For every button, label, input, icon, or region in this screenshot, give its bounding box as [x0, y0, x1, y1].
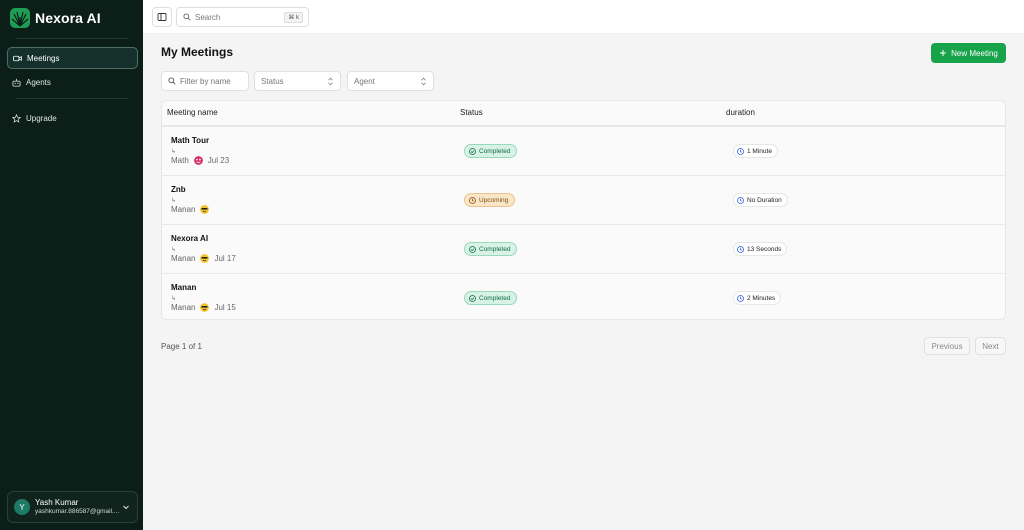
duration-text: 13 Seconds	[747, 245, 782, 253]
next-button[interactable]: Next	[975, 337, 1006, 355]
table-row[interactable]: Math Tour ↳ Math Jul 23 Completed 1 Minu…	[162, 126, 1005, 175]
meeting-date: Jul 23	[207, 156, 230, 165]
meeting-name: Math Tour	[171, 136, 210, 145]
bot-icon	[12, 78, 21, 87]
duration-badge: 1 Minute	[733, 144, 778, 158]
video-icon	[13, 55, 22, 61]
column-header-duration: duration	[726, 108, 755, 117]
sidebar-item-label: Meetings	[27, 53, 60, 63]
sidebar: Nexora AI Meetings Agents Upgrade Y Yash…	[0, 0, 143, 530]
corner-down-right-icon: ↳	[171, 149, 177, 155]
search-placeholder: Search	[195, 12, 221, 22]
status-badge: Completed	[464, 242, 518, 256]
meeting-agent: Manan Jul 15	[171, 303, 236, 312]
filter-name-input[interactable]: Filter by name	[161, 71, 249, 91]
clock-icon	[737, 294, 744, 302]
user-name: Yash Kumar	[35, 497, 79, 507]
sidebar-item-agents[interactable]: Agents	[7, 71, 138, 93]
new-meeting-label: New Meeting	[951, 48, 998, 58]
status-badge: Completed	[464, 291, 518, 305]
meeting-agent: Manan	[171, 205, 214, 214]
column-header-status: Status	[460, 108, 483, 117]
sunglasses-face-avatar	[200, 205, 210, 214]
clock-icon	[737, 196, 744, 204]
meeting-name: Znb	[171, 185, 186, 194]
duration-badge: 2 Minutes	[733, 291, 782, 305]
plus-icon	[940, 50, 947, 56]
meeting-agent: Math Jul 23	[171, 156, 229, 165]
sidebar-item-meetings[interactable]: Meetings	[7, 47, 138, 69]
agent-name: Manan	[171, 254, 196, 263]
page-title: My Meetings	[161, 45, 234, 59]
search-icon	[168, 77, 176, 85]
sidebar-divider	[16, 98, 128, 99]
sunglasses-face-avatar	[200, 254, 210, 263]
previous-button[interactable]: Previous	[924, 337, 970, 355]
status-select-label: Status	[261, 76, 284, 86]
search-input[interactable]: Search ⌘ k	[176, 7, 309, 27]
duration-badge: No Duration	[733, 193, 788, 207]
status-badge: Completed	[464, 144, 518, 158]
duration-badge: 13 Seconds	[733, 242, 788, 256]
check-circle-icon	[469, 294, 476, 302]
meeting-date: Jul 17	[214, 254, 236, 263]
meeting-agent: Manan Jul 17	[171, 254, 236, 263]
table-row[interactable]: Nexora AI ↳ Manan Jul 17 Completed 13 Se…	[162, 224, 1005, 273]
sunglasses-face-avatar	[200, 303, 210, 312]
brand[interactable]: Nexora AI	[10, 8, 101, 28]
duration-text: No Duration	[747, 196, 782, 204]
corner-down-right-icon: ↳	[171, 247, 177, 253]
status-text: Upcoming	[479, 196, 509, 204]
avatar: Y	[14, 499, 30, 515]
filter-name-placeholder: Filter by name	[180, 76, 231, 86]
panel-left-icon	[157, 13, 167, 21]
duration-text: 2 Minutes	[747, 294, 776, 302]
agent-select-label: Agent	[354, 76, 375, 86]
star-icon	[12, 113, 21, 123]
status-text: Completed	[479, 147, 511, 155]
column-header-name: Meeting name	[167, 108, 218, 117]
meeting-name: Nexora AI	[171, 234, 209, 243]
duration-text: 1 Minute	[747, 147, 772, 155]
agent-select[interactable]: Agent	[347, 71, 434, 91]
clock-icon	[737, 245, 744, 253]
sidebar-toggle-button[interactable]	[152, 7, 172, 27]
sidebar-item-upgrade[interactable]: Upgrade	[7, 107, 138, 129]
nexora-logo-icon	[10, 8, 30, 28]
new-meeting-button[interactable]: New Meeting	[931, 43, 1006, 63]
chevrons-up-down-icon	[421, 77, 426, 86]
pink-face-avatar	[193, 156, 203, 165]
search-shortcut: ⌘ k	[284, 12, 303, 23]
clock-icon	[737, 147, 744, 155]
clock-arrow-icon	[469, 196, 476, 204]
table-row[interactable]: Znb ↳ Manan Upcoming No Duration	[162, 175, 1005, 224]
corner-down-right-icon: ↳	[171, 198, 177, 204]
corner-down-right-icon: ↳	[171, 296, 177, 302]
app-name: Nexora AI	[35, 10, 101, 26]
meeting-date: Jul 15	[214, 303, 236, 312]
sidebar-item-label: Agents	[26, 77, 51, 87]
status-text: Completed	[479, 245, 511, 253]
topbar: Search ⌘ k	[143, 0, 1024, 34]
check-circle-icon	[469, 147, 476, 155]
agent-name: Math	[171, 156, 189, 165]
agent-name: Manan	[171, 303, 196, 312]
check-circle-icon	[469, 245, 476, 253]
user-menu[interactable]: Y Yash Kumar yashkumar.886587@gmail....	[7, 491, 138, 523]
user-email: yashkumar.886587@gmail....	[35, 507, 120, 515]
sidebar-divider	[16, 38, 128, 39]
page-info: Page 1 of 1	[161, 342, 202, 351]
meeting-name: Manan	[171, 283, 197, 292]
chevrons-up-down-icon	[328, 77, 333, 86]
meetings-table: Meeting name Status duration Math Tour ↳…	[161, 100, 1006, 320]
chevron-down-icon	[123, 505, 129, 510]
status-select[interactable]: Status	[254, 71, 341, 91]
status-badge: Upcoming	[464, 193, 516, 207]
table-row[interactable]: Manan ↳ Manan Jul 15 Completed 2 Minutes	[162, 273, 1005, 319]
status-text: Completed	[479, 294, 511, 302]
search-icon	[183, 13, 191, 21]
agent-name: Manan	[171, 205, 196, 214]
sidebar-item-label: Upgrade	[26, 113, 57, 123]
